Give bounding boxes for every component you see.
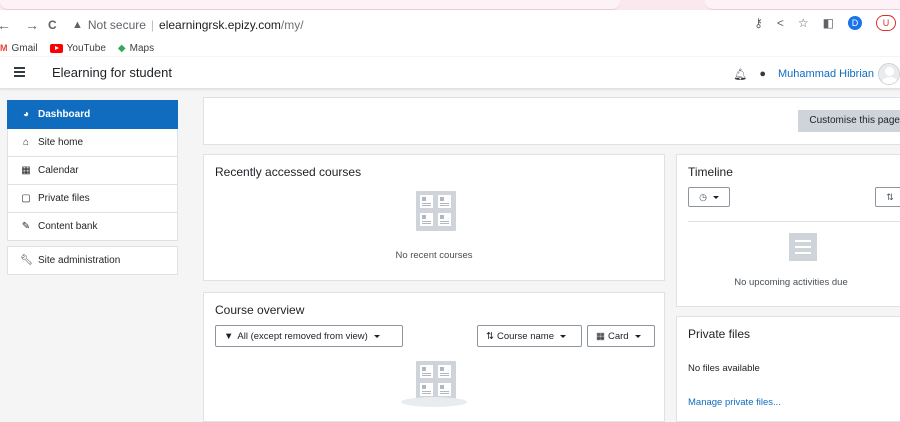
customise-page-button[interactable]: Customise this page	[798, 110, 900, 132]
empty-message: No upcoming activities due	[734, 277, 848, 288]
bell-icon[interactable]: 🔔︎	[733, 68, 747, 81]
filter-icon: ▼	[224, 330, 234, 342]
block-title: Recently accessed courses	[215, 165, 362, 179]
bookmark-label: YouTube	[66, 42, 106, 54]
avatar[interactable]	[878, 63, 900, 85]
chevron-down-icon	[712, 195, 719, 199]
site-navbar: Elearning for student 🔔︎ ● Muhammad Hibr…	[0, 57, 900, 89]
sidebar-item-label: Calendar	[38, 165, 79, 176]
bookmark-youtube[interactable]: YouTube	[49, 42, 106, 54]
timeline-sort-button[interactable]: ⇅	[875, 187, 900, 207]
browser-tab-strip	[0, 0, 900, 10]
block-title: Private files	[688, 327, 751, 341]
sidebar-item-private-files[interactable]: ▢ Private files	[7, 185, 178, 213]
sort-icon: ⇅	[886, 192, 894, 202]
sidebar-item-dashboard[interactable]: ◕ Dashboard	[7, 100, 178, 129]
profile-badge-icon[interactable]: U	[876, 15, 896, 31]
gmail-icon: M	[0, 43, 8, 53]
divider	[688, 221, 900, 222]
sidebar-item-calendar[interactable]: ▦ Calendar	[7, 157, 178, 185]
nav-drawer: ◕ Dashboard ⌂ Site home ▦ Calendar ▢ Pri…	[7, 100, 178, 275]
sidebar-item-label: Private files	[38, 193, 90, 204]
star-icon[interactable]: ☆	[798, 16, 809, 30]
bookmark-label: Maps	[129, 42, 155, 54]
sidebar-item-site-administration[interactable]: 🔧︎ Site administration	[7, 246, 178, 275]
side-panel-icon[interactable]: ◧	[823, 16, 834, 30]
maps-icon: ◆	[117, 42, 126, 54]
bookmark-maps[interactable]: ◆ Maps	[118, 43, 154, 54]
dropdown-label: All (except removed from view)	[237, 330, 368, 342]
chevron-down-icon	[634, 334, 641, 338]
file-icon: ▢	[21, 193, 31, 204]
browser-toolbar: ← → C ▲ Not secure | elearningrsk.epizy.…	[0, 10, 900, 40]
activities-empty-icon	[789, 233, 817, 261]
chevron-down-icon	[560, 334, 566, 338]
view-dropdown[interactable]: ▦ Card	[587, 325, 655, 347]
menu-icon[interactable]	[14, 64, 28, 80]
clock-icon: ◷	[699, 191, 707, 202]
address-bar[interactable]: ▲ Not secure | elearningrsk.epizy.com/my…	[66, 14, 706, 36]
forward-icon[interactable]: →	[25, 17, 39, 33]
grid-icon: ▦	[596, 330, 605, 342]
empty-message: No files available	[688, 363, 760, 374]
user-area: 🔔︎ ● Muhammad Hibrian	[733, 63, 900, 85]
paint-brush-icon: ✎	[21, 221, 31, 232]
sort-dropdown[interactable]: ⇅ Course name	[477, 325, 582, 347]
browser-tab[interactable]	[0, 0, 620, 10]
user-name[interactable]: Muhammad Hibrian	[778, 68, 874, 80]
tachometer-icon: ◕	[22, 108, 30, 120]
sidebar-item-label: Dashboard	[38, 108, 91, 120]
bookmark-gmail[interactable]: M Gmail	[0, 43, 38, 54]
youtube-icon	[49, 43, 63, 53]
url-separator: |	[150, 18, 155, 32]
block-title: Course overview	[215, 303, 305, 317]
wrench-icon: 🔧︎	[20, 255, 33, 266]
sidebar-item-label: Content bank	[38, 221, 98, 232]
chevron-down-icon	[373, 334, 380, 338]
sidebar-item-label: Site administration	[38, 255, 121, 266]
reload-icon[interactable]: C	[48, 17, 57, 33]
bookmarks-bar: M Gmail YouTube ◆ Maps	[0, 40, 900, 56]
home-icon: ⌂	[22, 137, 30, 148]
course-overview-block: Course overview ▼ All (except removed fr…	[203, 292, 665, 422]
courses-empty-icon	[416, 361, 456, 401]
calendar-icon: ▦	[21, 165, 31, 176]
url-host[interactable]: elearningrsk.epizy.com	[159, 18, 281, 32]
chat-icon[interactable]: ●	[759, 68, 766, 80]
share-icon[interactable]: <	[777, 16, 784, 30]
profile-avatar-icon[interactable]: D	[848, 16, 862, 30]
url-path[interactable]: /my/	[281, 18, 304, 32]
recent-courses-block: Recently accessed courses No recent cour…	[203, 154, 665, 281]
grouping-dropdown[interactable]: ▼ All (except removed from view)	[215, 325, 403, 347]
empty-state-shadow	[401, 397, 467, 407]
timeline-filter-button[interactable]: ◷	[688, 187, 730, 207]
back-icon[interactable]: ←	[0, 17, 11, 33]
site-name[interactable]: Elearning for student	[52, 65, 172, 80]
browser-actions: ⚷ < ☆ ◧ D U	[754, 15, 900, 31]
dropdown-label: Course name	[496, 330, 554, 342]
security-status[interactable]: Not secure	[88, 18, 146, 32]
manage-private-files-link[interactable]: Manage private files...	[688, 397, 781, 408]
warning-icon[interactable]: ▲	[72, 19, 83, 31]
private-files-block: Private files No files available Manage …	[676, 316, 900, 422]
dropdown-label: Card	[607, 330, 629, 342]
block-title: Timeline	[688, 165, 733, 179]
sidebar-item-site-home[interactable]: ⌂ Site home	[7, 129, 178, 157]
browser-tab[interactable]	[705, 0, 900, 10]
timeline-block: Timeline ◷ ⇅ No upcoming activities due	[676, 154, 900, 307]
bookmark-label: Gmail	[11, 42, 38, 54]
page-header: Customise this page	[203, 97, 900, 145]
key-icon[interactable]: ⚷	[754, 16, 763, 30]
empty-message: No recent courses	[395, 250, 473, 261]
sort-icon: ⇅	[486, 330, 494, 342]
sidebar-item-content-bank[interactable]: ✎ Content bank	[7, 213, 178, 241]
courses-empty-icon	[416, 191, 456, 231]
sidebar-item-label: Site home	[38, 137, 84, 148]
